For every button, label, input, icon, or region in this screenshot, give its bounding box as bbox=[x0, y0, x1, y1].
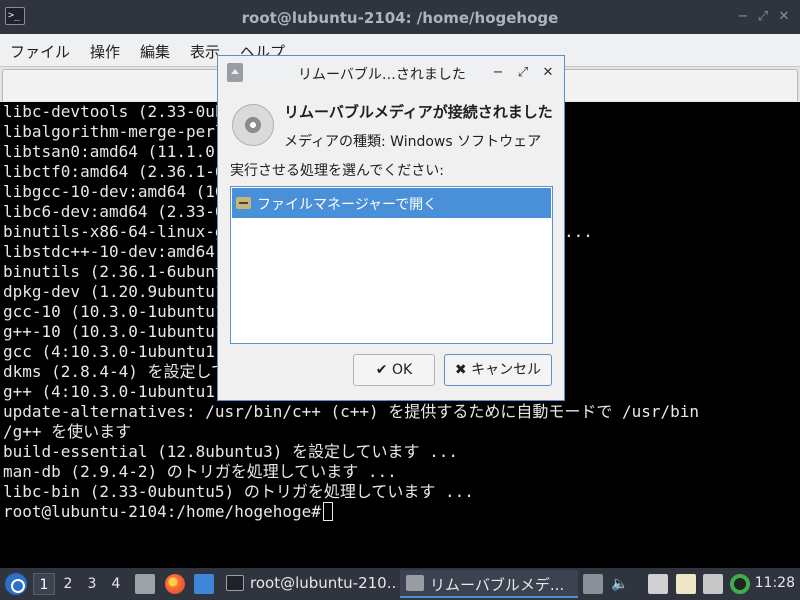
ok-button[interactable]: ✔ OK bbox=[353, 354, 435, 386]
terminal-cursor bbox=[322, 502, 333, 521]
ok-button-label: OK bbox=[391, 362, 413, 378]
taskbar: 1 2 3 4 root@lubuntu-210... リムーバブルメデ... … bbox=[0, 568, 800, 600]
task-removable-media[interactable]: リムーバブルメデ... bbox=[400, 570, 578, 598]
cancel-icon: ✖ bbox=[454, 362, 467, 378]
workspace-1[interactable]: 1 bbox=[33, 573, 55, 595]
menu-actions[interactable]: 操作 bbox=[90, 41, 120, 62]
folder-icon bbox=[236, 197, 251, 209]
action-open-file-manager[interactable]: ファイルマネージャーで開く bbox=[232, 188, 551, 218]
menu-edit[interactable]: 編集 bbox=[140, 41, 170, 62]
dialog-titlebar[interactable]: リムーバブル…されました − ⤢ ✕ bbox=[218, 56, 564, 90]
cancel-button[interactable]: ✖ キャンセル bbox=[444, 354, 552, 386]
terminal-prompt: root@lubuntu-2104:/home/hogehoge# bbox=[3, 502, 321, 521]
menu-file[interactable]: ファイル bbox=[10, 41, 70, 62]
workspace-4[interactable]: 4 bbox=[105, 573, 127, 595]
clock[interactable]: 11:28 bbox=[755, 575, 795, 591]
terminal-prompt-line: root@lubuntu-2104:/home/hogehoge# bbox=[3, 502, 333, 522]
action-list[interactable]: ファイルマネージャーで開く bbox=[230, 186, 553, 344]
dialog-minimize-icon[interactable]: − bbox=[490, 64, 506, 82]
workspace-2[interactable]: 2 bbox=[57, 573, 79, 595]
task-terminal[interactable]: root@lubuntu-210... bbox=[220, 570, 398, 598]
removable-media-dialog: リムーバブル…されました − ⤢ ✕ リムーバブルメディアが接続されました メデ… bbox=[217, 55, 565, 401]
action-label: ファイルマネージャーで開く bbox=[257, 197, 438, 213]
terminal-line: libc-bin (2.33-0ubuntu5) のトリガを処理しています ..… bbox=[3, 482, 474, 501]
task-label: リムーバブルメデ... bbox=[430, 576, 565, 594]
eject-icon bbox=[406, 575, 424, 591]
menu-view[interactable]: 表示 bbox=[190, 41, 220, 62]
keyboard-icon[interactable] bbox=[648, 574, 668, 594]
dialog-title: リムーバブル…されました bbox=[298, 67, 466, 83]
action-prompt: 実行させる処理を選んでください: bbox=[230, 163, 445, 179]
dialog-maximize-icon[interactable]: ⤢ bbox=[515, 64, 531, 82]
minimize-icon[interactable]: − bbox=[734, 8, 752, 26]
media-type-label: メディアの種類: Windows ソフトウェア bbox=[284, 134, 542, 150]
show-desktop-icon[interactable] bbox=[194, 574, 214, 594]
terminal-line: /g++ を使います bbox=[3, 422, 132, 441]
terminal-titlebar[interactable]: >_ root@lubuntu-2104: /home/hogehoge − ⤢… bbox=[0, 0, 800, 34]
workspace-3[interactable]: 3 bbox=[81, 573, 103, 595]
firefox-icon[interactable] bbox=[165, 574, 185, 594]
task-label: root@lubuntu-210... bbox=[250, 574, 398, 592]
clipboard-icon[interactable] bbox=[676, 574, 696, 594]
network-icon[interactable] bbox=[703, 574, 723, 594]
terminal-line: build-essential (12.8ubuntu3) を設定しています .… bbox=[3, 442, 459, 461]
file-manager-icon[interactable] bbox=[135, 574, 155, 594]
update-notifier-icon[interactable] bbox=[730, 574, 750, 594]
close-icon[interactable]: ✕ bbox=[775, 8, 793, 26]
checkmark-icon: ✔ bbox=[375, 362, 388, 378]
maximize-icon[interactable]: ⤢ bbox=[754, 8, 772, 26]
terminal-line: man-db (2.9.4-2) のトリガを処理しています ... bbox=[3, 462, 397, 481]
optical-disc-icon bbox=[232, 104, 274, 146]
dialog-close-icon[interactable]: ✕ bbox=[540, 64, 556, 82]
eject-icon bbox=[227, 63, 243, 82]
terminal-line: update-alternatives: /usr/bin/c++ (c++) … bbox=[3, 402, 700, 421]
tray-eject-icon[interactable] bbox=[583, 574, 603, 594]
cancel-button-label: キャンセル bbox=[471, 362, 542, 378]
terminal-window-title: root@lubuntu-2104: /home/hogehoge bbox=[241, 9, 559, 27]
volume-icon[interactable]: 🔈 bbox=[610, 574, 630, 594]
start-menu-icon[interactable] bbox=[5, 573, 27, 595]
terminal-icon bbox=[226, 575, 244, 591]
dialog-heading: リムーバブルメディアが接続されました bbox=[284, 103, 553, 121]
